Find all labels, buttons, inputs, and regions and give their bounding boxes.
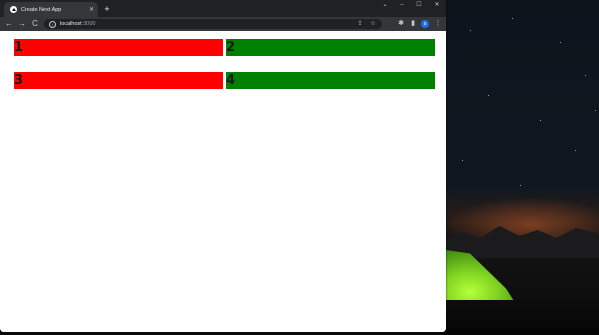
new-tab-button[interactable]: + [102, 4, 112, 14]
box-3: 3 [14, 72, 223, 89]
share-icon[interactable]: ⇪ [356, 19, 364, 29]
back-button[interactable]: ← [4, 19, 14, 29]
profile-avatar[interactable]: s [421, 20, 429, 28]
box-grid: 1 2 3 4 [14, 39, 435, 89]
info-icon[interactable]: i [49, 20, 56, 28]
page-content: 1 2 3 4 [0, 31, 446, 332]
box-label: 2 [226, 40, 236, 55]
reload-button[interactable]: C [30, 19, 40, 29]
chevron-down-icon[interactable]: ⌄ [377, 0, 393, 10]
nextjs-favicon-icon [10, 6, 17, 13]
close-window-button[interactable]: ✕ [429, 0, 445, 10]
browser-window: Create Next App ✕ + ⌄ – ☐ ✕ ← → C i loca… [0, 0, 446, 332]
bookmark-star-icon[interactable]: ☆ [369, 19, 377, 29]
minimize-button[interactable]: – [394, 0, 410, 10]
extensions-icon[interactable]: ✱ [396, 19, 406, 29]
menu-icon[interactable]: ⋮ [433, 19, 443, 29]
address-bar[interactable]: i localhost :3000 ⇪ ☆ [44, 19, 382, 29]
side-panel-icon[interactable]: ▮ [408, 19, 418, 29]
forward-button[interactable]: → [17, 19, 27, 29]
url-port: :3000 [81, 21, 96, 27]
box-2: 2 [226, 39, 435, 56]
box-4: 4 [226, 72, 435, 89]
box-label: 4 [226, 73, 236, 88]
box-label: 3 [14, 73, 24, 88]
box-1: 1 [14, 39, 223, 56]
title-bar: Create Next App ✕ + ⌄ – ☐ ✕ [0, 0, 446, 17]
tab-title: Create Next App [21, 6, 62, 13]
ground [446, 300, 599, 335]
mountain-silhouette [446, 226, 599, 258]
browser-tab[interactable]: Create Next App ✕ [4, 2, 98, 17]
close-icon[interactable]: ✕ [89, 6, 94, 13]
maximize-button[interactable]: ☐ [411, 0, 427, 10]
url-host: localhost [60, 21, 82, 27]
box-label: 1 [14, 40, 24, 55]
browser-toolbar: ← → C i localhost :3000 ⇪ ☆ ✱ ▮ s ⋮ [0, 17, 446, 31]
